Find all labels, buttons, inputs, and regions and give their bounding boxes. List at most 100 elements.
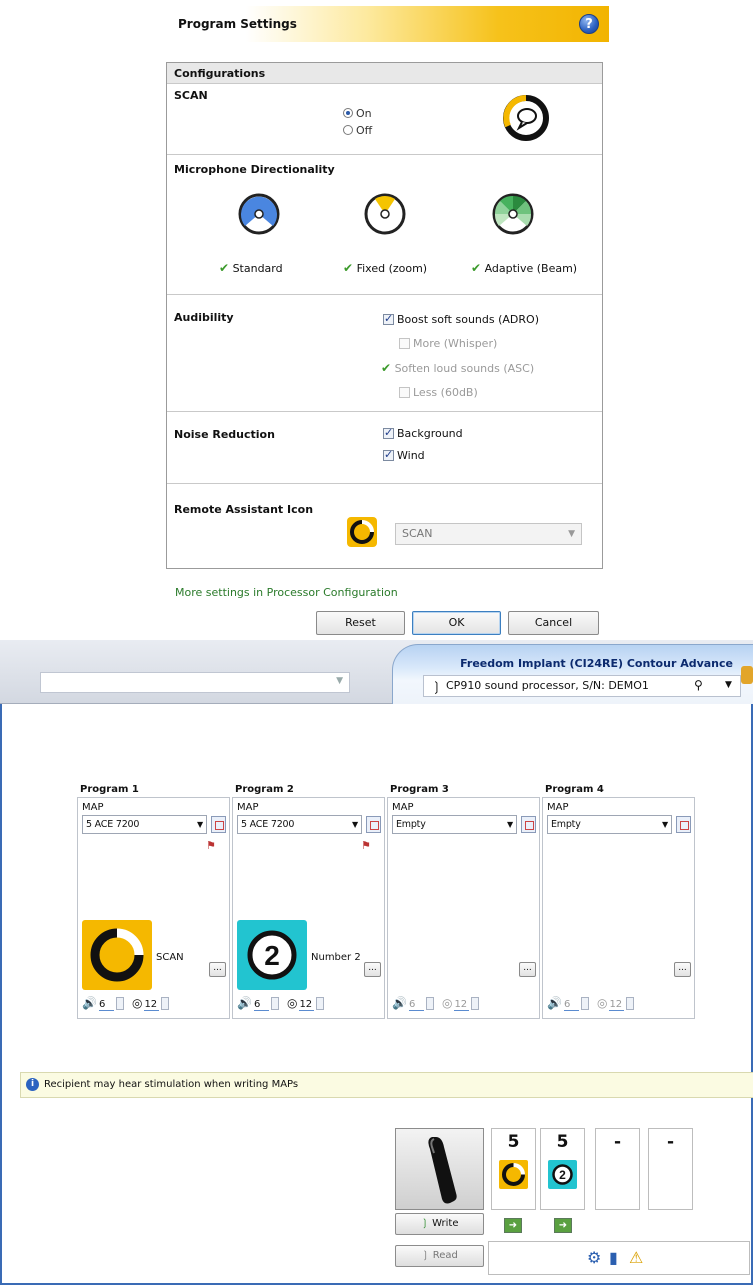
chevron-down-icon: ▼ (336, 676, 343, 686)
mic-standard-option[interactable]: ✔ Standard (219, 261, 283, 275)
sensitivity-spinner[interactable] (316, 997, 325, 1010)
write-icon: ❳ (420, 1218, 429, 1229)
edit-map-icon[interactable] (211, 816, 226, 833)
more-options-button[interactable]: ... (674, 962, 691, 977)
configurations-header: Configurations (167, 63, 602, 84)
sensitivity-value[interactable]: 12 (144, 999, 160, 1011)
warning-text: Recipient may hear stimulation when writ… (44, 1079, 299, 1090)
processor-image (395, 1128, 484, 1210)
map-label: MAP (392, 802, 414, 813)
volume-value[interactable]: 6 (563, 999, 579, 1011)
less-60db-checkbox[interactable]: Less (60dB) (399, 386, 478, 399)
scan-on-radio[interactable]: On (343, 107, 372, 120)
battery-icon[interactable]: ▮ (609, 1248, 618, 1267)
volume-value[interactable]: 6 (408, 999, 424, 1011)
number-2-mini-icon: 2 (548, 1160, 577, 1189)
write-slot-1-arrow-icon[interactable]: ➜ (504, 1218, 522, 1233)
help-icon[interactable]: ? (579, 14, 599, 34)
scan-tile[interactable] (82, 920, 152, 990)
more-options-button[interactable]: ... (519, 962, 536, 977)
background-checkbox[interactable]: Background (383, 426, 463, 440)
flag-icon: ⚑ (361, 839, 371, 852)
ok-button[interactable]: OK (412, 611, 501, 635)
remote-icon-select[interactable]: SCAN ▼ (395, 523, 582, 545)
radio-selected-icon (343, 108, 353, 118)
more-options-button[interactable]: ... (209, 962, 226, 977)
sensitivity-value[interactable]: 12 (609, 999, 625, 1011)
program-settings-panel: Configurations SCAN On Off Microphone Di… (166, 62, 603, 569)
read-button[interactable]: ❳ Read (395, 1245, 484, 1267)
checkbox-icon (399, 338, 410, 349)
sensitivity-spinner[interactable] (626, 997, 635, 1010)
beam-mic-icon[interactable] (491, 192, 535, 236)
sensitivity-spinner[interactable] (161, 997, 170, 1010)
chevron-down-icon: ▼ (507, 820, 513, 829)
more-settings-link[interactable]: More settings in Processor Configuration (175, 586, 398, 599)
implant-title: Freedom Implant (CI24RE) Contour Advance (460, 657, 733, 670)
more-options-button[interactable]: ... (364, 962, 381, 977)
zoom-mic-icon[interactable] (363, 192, 407, 236)
program-2-card: MAP 5 ACE 7200 ▼ ⚑ 2 Number 2 ... 🔊 6 ◎ 12 (232, 797, 385, 1019)
number-2-tile[interactable]: 2 (237, 920, 307, 990)
write-button[interactable]: ❳ Write (395, 1213, 484, 1235)
reset-button[interactable]: Reset (316, 611, 405, 635)
checkbox-checked-icon (383, 448, 394, 461)
program-name: Number 2 (311, 952, 361, 963)
map-select[interactable]: Empty ▼ (392, 815, 517, 834)
map-select[interactable]: 5 ACE 7200 ▼ (82, 815, 207, 834)
volume-value[interactable]: 6 (253, 999, 269, 1011)
processor-tools-bar: ⚙ ▮ ⚠ (488, 1241, 750, 1275)
info-icon: i (26, 1078, 39, 1091)
more-whisper-checkbox[interactable]: More (Whisper) (399, 337, 497, 350)
patient-combo[interactable]: ▼ (40, 672, 350, 693)
wind-checkbox[interactable]: Wind (383, 448, 425, 462)
warning-icon[interactable]: ⚠ (629, 1248, 643, 1267)
sensitivity-spinner[interactable] (471, 997, 480, 1010)
boost-soft-checkbox[interactable]: Boost soft sounds (ADRO) (383, 312, 539, 326)
implant-tab[interactable]: Freedom Implant (CI24RE) Contour Advance… (392, 644, 753, 704)
soften-loud-option[interactable]: ✔ Soften loud sounds (ASC) (381, 361, 534, 375)
mic-zoom-option[interactable]: ✔ Fixed (zoom) (343, 261, 427, 275)
cancel-button[interactable]: Cancel (508, 611, 599, 635)
connection-icon[interactable]: ⚲ (694, 678, 703, 692)
check-icon: ✔ (381, 361, 392, 375)
chevron-down-icon[interactable]: ▼ (725, 680, 732, 690)
scan-icon (503, 95, 549, 141)
sensitivity-value[interactable]: 12 (454, 999, 470, 1011)
edit-map-icon[interactable] (676, 816, 691, 833)
program-2-heading: Program 2 (235, 784, 294, 795)
mic-beam-option[interactable]: ✔ Adaptive (Beam) (471, 261, 577, 275)
sensitivity-icon: ◎ (286, 996, 298, 1010)
map-select[interactable]: 5 ACE 7200 ▼ (237, 815, 362, 834)
volume-spinner[interactable] (425, 997, 434, 1010)
slot-number: - (613, 1132, 622, 1152)
program-4-heading: Program 4 (545, 784, 604, 795)
checkbox-icon (399, 387, 410, 398)
volume-value[interactable]: 6 (98, 999, 114, 1011)
noise-section: Noise Reduction Background Wind (167, 412, 602, 484)
scan-off-radio[interactable]: Off (343, 124, 372, 137)
sensitivity-icon: ◎ (441, 996, 453, 1010)
check-icon: ✔ (343, 261, 354, 275)
edit-map-icon[interactable] (366, 816, 381, 833)
volume-spinner[interactable] (270, 997, 279, 1010)
map-label: MAP (82, 802, 104, 813)
write-slot-2-arrow-icon[interactable]: ➜ (554, 1218, 572, 1233)
lock-icon (741, 666, 753, 684)
slot-number: - (666, 1132, 675, 1152)
standard-mic-icon[interactable] (237, 192, 281, 236)
volume-icon: 🔊 (237, 996, 252, 1010)
volume-spinner[interactable] (115, 997, 124, 1010)
map-select[interactable]: Empty ▼ (547, 815, 672, 834)
check-icon: ✔ (471, 261, 482, 275)
scan-on-label: On (356, 107, 372, 120)
map-label: MAP (237, 802, 259, 813)
volume-spinner[interactable] (580, 997, 589, 1010)
slot-number: 5 (556, 1132, 569, 1152)
audibility-section: Audibility Boost soft sounds (ADRO) More… (167, 295, 602, 412)
remote-icon[interactable]: ⚙ (587, 1248, 601, 1267)
program-4-card: MAP Empty ▼ ... 🔊 6 ◎ 12 (542, 797, 695, 1019)
volume-icon: 🔊 (82, 996, 97, 1010)
sensitivity-value[interactable]: 12 (299, 999, 315, 1011)
edit-map-icon[interactable] (521, 816, 536, 833)
